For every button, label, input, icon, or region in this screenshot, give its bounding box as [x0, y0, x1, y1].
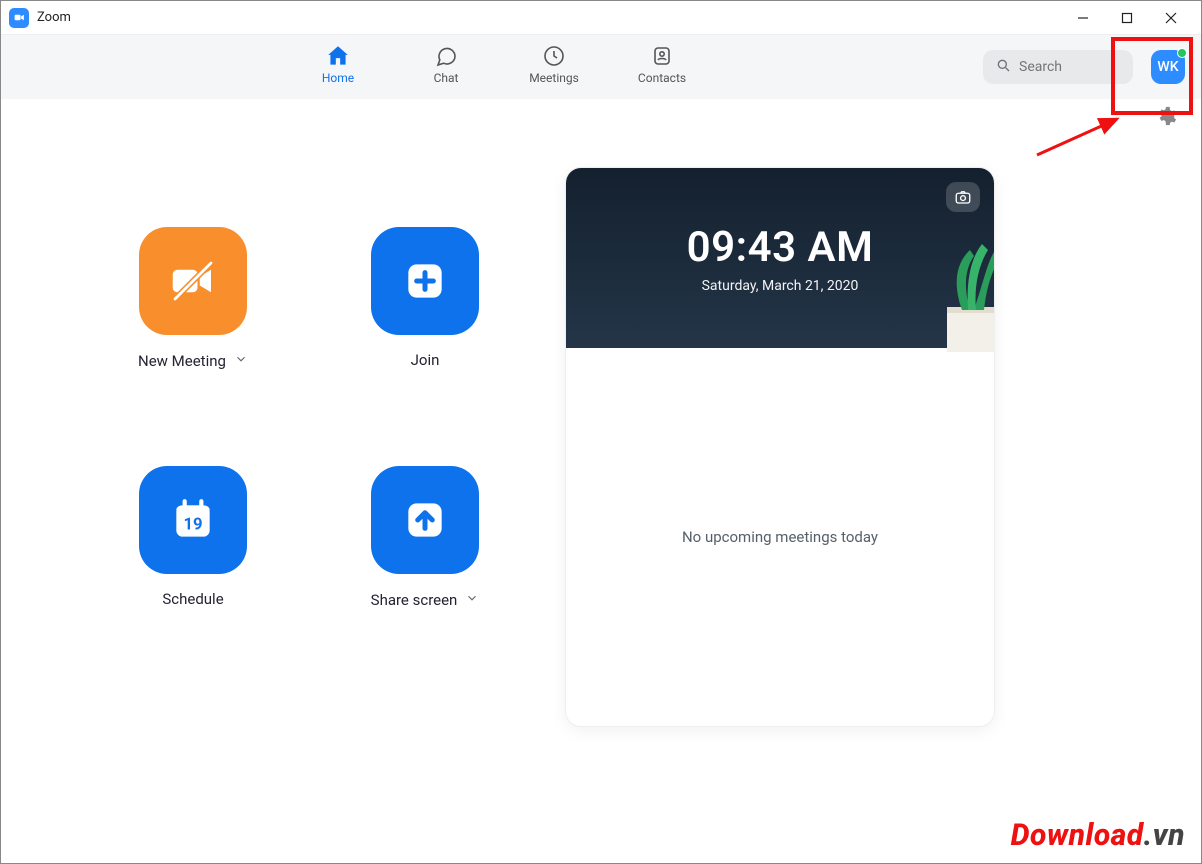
chevron-down-icon[interactable] — [465, 590, 479, 609]
close-button[interactable] — [1149, 3, 1193, 33]
chevron-down-icon[interactable] — [234, 351, 248, 370]
search-input[interactable] — [1019, 59, 1121, 75]
action-label: Join — [411, 351, 440, 369]
join-button[interactable] — [371, 227, 479, 335]
action-new-meeting: New Meeting — [109, 227, 277, 370]
app-icon — [9, 8, 29, 28]
watermark-suffix: .vn — [1144, 818, 1185, 853]
tab-home[interactable]: Home — [308, 43, 368, 85]
plus-icon — [400, 256, 450, 306]
avatar-wrap: WK — [1151, 50, 1185, 84]
home-icon — [325, 43, 351, 69]
settings-button[interactable] — [1155, 105, 1177, 127]
action-label: New Meeting — [138, 352, 226, 370]
meetings-empty-state: No upcoming meetings today — [566, 348, 994, 726]
info-panel: 09:43 AM Saturday, March 21, 2020 No upc… — [565, 167, 1153, 863]
action-label: Schedule — [162, 590, 223, 608]
app-window: Zoom Home Chat — [0, 0, 1202, 864]
plant-illustration — [892, 222, 995, 352]
tab-label: Chat — [434, 71, 459, 85]
video-off-icon — [166, 254, 220, 308]
share-arrow-icon — [400, 495, 450, 545]
camera-icon — [954, 188, 972, 206]
minimize-button[interactable] — [1061, 3, 1105, 33]
clock-date: Saturday, March 21, 2020 — [702, 278, 859, 294]
search-box[interactable] — [983, 50, 1133, 84]
search-icon — [995, 57, 1011, 77]
watermark-main: Download — [1011, 818, 1144, 853]
gear-row — [1, 99, 1201, 127]
clock-icon — [541, 43, 567, 69]
titlebar: Zoom — [1, 1, 1201, 35]
avatar-initials: WK — [1157, 59, 1178, 75]
action-share-screen: Share screen — [341, 466, 509, 609]
window-controls — [1061, 3, 1193, 33]
clock-time: 09:43 AM — [687, 223, 874, 272]
app-title: Zoom — [37, 10, 71, 25]
tab-contacts[interactable]: Contacts — [632, 43, 692, 85]
schedule-button[interactable]: 19 — [139, 466, 247, 574]
new-meeting-button[interactable] — [139, 227, 247, 335]
calendar-icon: 19 — [168, 495, 218, 545]
actions-panel: New Meeting J — [49, 167, 509, 863]
watermark: Download.vn — [1011, 818, 1185, 853]
tab-label: Contacts — [638, 71, 686, 85]
main-content: New Meeting J — [1, 127, 1201, 863]
action-join: Join — [341, 227, 509, 370]
tab-chat[interactable]: Chat — [416, 43, 476, 85]
svg-text:19: 19 — [183, 515, 202, 534]
chat-icon — [433, 43, 459, 69]
tab-label: Home — [322, 71, 354, 85]
empty-state-text: No upcoming meetings today — [682, 528, 878, 546]
action-label: Share screen — [371, 591, 458, 609]
action-schedule: 19 Schedule — [109, 466, 277, 609]
share-screen-button[interactable] — [371, 466, 479, 574]
titlebar-left: Zoom — [9, 8, 71, 28]
tab-meetings[interactable]: Meetings — [524, 43, 584, 85]
hero-banner: 09:43 AM Saturday, March 21, 2020 — [566, 168, 994, 348]
change-background-button[interactable] — [946, 182, 980, 212]
nav-tabs: Home Chat Meetings Contacts — [308, 35, 692, 99]
maximize-button[interactable] — [1105, 3, 1149, 33]
profile-avatar[interactable]: WK — [1151, 50, 1185, 84]
tab-label: Meetings — [529, 71, 579, 85]
contacts-icon — [649, 43, 675, 69]
presence-dot-icon — [1177, 48, 1187, 58]
info-card: 09:43 AM Saturday, March 21, 2020 No upc… — [565, 167, 995, 727]
gear-icon — [1155, 105, 1177, 127]
navbar: Home Chat Meetings Contacts — [1, 35, 1201, 99]
